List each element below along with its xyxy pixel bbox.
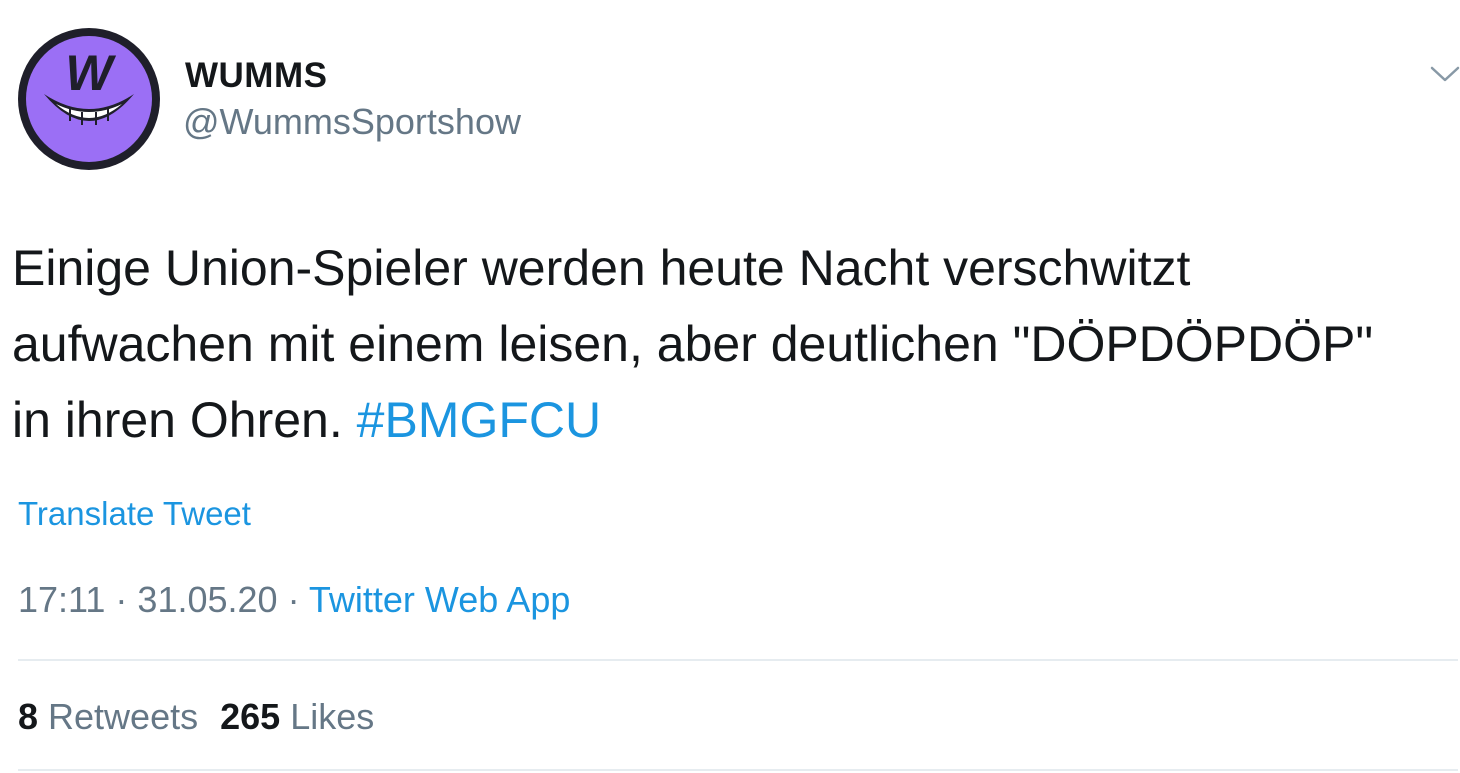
tweet-text-line: in ihren Ohren. #BMGFCU bbox=[12, 382, 1452, 458]
tweet-card: W WUMMS @WummsSportshow Einige Union-Spi… bbox=[0, 0, 1460, 773]
tweet-text-fragment: in ihren Ohren. bbox=[12, 392, 357, 448]
likes-label: Likes bbox=[280, 696, 375, 737]
tweet-text-line: Einige Union-Spieler werden heute Nacht … bbox=[12, 240, 1191, 296]
tweet-date[interactable]: 31.05.20 bbox=[137, 579, 277, 620]
retweets-count: 8 bbox=[18, 696, 39, 737]
divider bbox=[18, 659, 1458, 661]
hashtag-link[interactable]: #BMGFCU bbox=[357, 392, 601, 448]
likes-count: 265 bbox=[220, 696, 281, 737]
tweet-meta: 17:11 · 31.05.20 · Twitter Web App bbox=[18, 579, 570, 621]
wumms-logo-icon: W bbox=[26, 36, 152, 162]
chevron-down-icon[interactable] bbox=[1428, 62, 1460, 86]
divider bbox=[18, 769, 1458, 771]
display-name[interactable]: WUMMS bbox=[185, 56, 327, 96]
tweet-stats: 8 Retweets 265 Likes bbox=[18, 696, 396, 738]
avatar-letter: W bbox=[65, 45, 116, 101]
tweet-text: Einige Union-Spieler werden heute Nacht … bbox=[12, 230, 1452, 458]
user-handle[interactable]: @WummsSportshow bbox=[183, 101, 521, 143]
retweets-label: Retweets bbox=[38, 696, 199, 737]
meta-separator: · bbox=[105, 579, 138, 620]
avatar[interactable]: W bbox=[18, 28, 160, 170]
meta-separator: · bbox=[277, 579, 309, 620]
tweet-time[interactable]: 17:11 bbox=[18, 579, 105, 620]
source-link[interactable]: Twitter Web App bbox=[309, 579, 570, 620]
likes-stat[interactable]: 265 Likes bbox=[220, 696, 374, 737]
translate-tweet-link[interactable]: Translate Tweet bbox=[18, 495, 251, 533]
tweet-text-line: aufwachen mit einem leisen, aber deutlic… bbox=[12, 316, 1374, 372]
retweets-stat[interactable]: 8 Retweets bbox=[18, 696, 198, 737]
